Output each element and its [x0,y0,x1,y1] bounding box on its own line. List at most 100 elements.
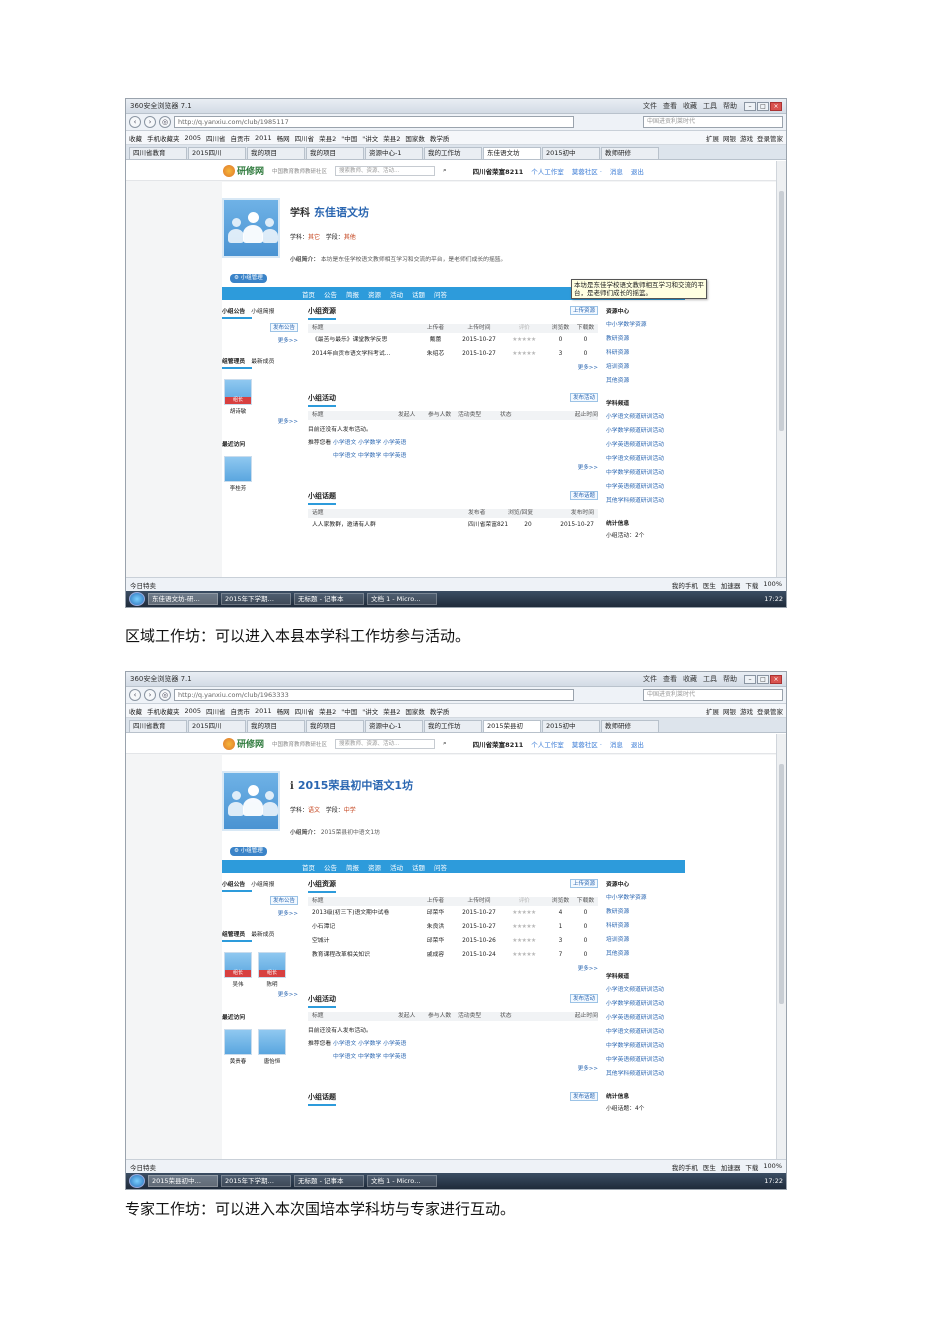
minimize-button[interactable]: – [744,101,756,111]
zoom-level[interactable]: 100% [763,580,782,590]
login-button[interactable]: 登录管家 [757,133,783,143]
fav-item[interactable]: 2011 [255,134,272,142]
close-button[interactable]: × [770,101,782,111]
recommend-link[interactable]: 小学数学 [358,440,381,446]
fav-item[interactable]: "中国 [341,133,357,143]
fav-item[interactable]: 收藏 [129,706,142,716]
nav-home[interactable]: 首页 [302,289,315,299]
browser-tab[interactable]: 四川省教育 [129,720,187,732]
channel-link[interactable]: 小学语文频道研训活动 [606,983,684,997]
site-logo[interactable]: 研修网 [223,164,264,177]
channel-link[interactable]: 中学英语频道研训活动 [606,480,684,494]
post-topic-button[interactable]: 发布话题 [569,1092,598,1101]
channel-link[interactable]: 小学数学频道研训活动 [606,424,684,438]
table-row[interactable]: 2014年自贡市语文学科考试… 朱绍芯 2015-10-27 ★★★★★ 3 0 [308,347,598,361]
channel-link[interactable]: 小学语文频道研训活动 [606,410,684,424]
topic-title[interactable]: 人人家教群，邀请有人群 [308,518,468,532]
my-phone-button[interactable]: 我的手机 [672,1162,698,1172]
fav-item[interactable]: "讲文 [362,133,378,143]
login-button[interactable]: 登录管家 [757,706,783,716]
nav-home[interactable]: 首页 [302,862,315,872]
more-link[interactable]: 更多>> [578,966,598,972]
fav-item[interactable]: 畅网 [277,706,290,716]
taskbar-button[interactable]: 文档 1 - Micro… [367,593,437,605]
logout-link[interactable]: 退出 [631,166,644,176]
zoom-level[interactable]: 100% [763,1162,782,1172]
resource-center-link[interactable]: 中小学数学资源 [606,891,684,905]
fav-item[interactable]: 2011 [255,707,272,715]
member-card[interactable]: 组长 胡诗敏 [222,379,254,415]
maximize-button[interactable]: □ [757,101,769,111]
channel-link[interactable]: 小学英语频道研训活动 [606,438,684,452]
fav-item[interactable]: 荣县2 [319,706,336,716]
nav-topics[interactable]: 话题 [412,289,425,299]
browser-tab[interactable]: 教师研修 [601,147,659,159]
browser-tab[interactable]: 我的项目 [247,147,305,159]
upload-resource-button[interactable]: 上传资源 [569,879,598,888]
resource-title[interactable]: 教育课程改革相关知识 [308,948,413,962]
menu-favorites[interactable]: 收藏 [683,101,697,111]
community-link[interactable]: 莫蓉社区 · [572,739,602,749]
nav-resources[interactable]: 资源 [368,862,381,872]
browser-search-input[interactable]: 中国进贡利莱时代 [643,689,783,701]
recommend-link[interactable]: 中学数学 [358,1054,381,1060]
fav-item[interactable]: 四川省 [206,706,226,716]
channel-link[interactable]: 其他学科频道研训活动 [606,1067,684,1081]
brief-tab[interactable]: 小组简报 [251,306,274,315]
fav-item[interactable]: "中国 [341,706,357,716]
post-notice-button[interactable]: 发布公告 [269,896,298,905]
recommend-link[interactable]: 小学语文 [333,1041,356,1047]
table-row[interactable]: 空城计 邱荣华 2015-10-26 ★★★★★ 3 0 [308,934,598,948]
taskbar-button[interactable]: 文档 1 - Micro… [367,1175,437,1187]
resource-title[interactable]: 小石潭记 [308,920,413,934]
new-members-tab[interactable]: 最新成员 [251,356,274,365]
nav-notice[interactable]: 公告 [324,289,337,299]
taskbar-button[interactable]: 2015年下学期… [221,593,291,605]
channel-link[interactable]: 中学数学频道研训活动 [606,466,684,480]
channel-link[interactable]: 其他学科频道研训活动 [606,494,684,508]
recommend-link[interactable]: 小学英语 [383,1041,406,1047]
resource-center-link[interactable]: 中小学数学资源 [606,318,684,332]
back-icon[interactable]: ‹ [129,689,141,701]
download-button[interactable]: 下载 [745,1162,758,1172]
more-link[interactable]: 更多>> [578,365,598,371]
resource-center-link[interactable]: 科研资源 [606,346,684,360]
recommend-link[interactable]: 中学语文 [333,1054,356,1060]
fav-item[interactable]: 荣县2 [383,706,400,716]
nav-resources[interactable]: 资源 [368,289,381,299]
browser-tab[interactable]: 我的项目 [306,147,364,159]
browser-tab[interactable]: 我的工作坊 [424,720,482,732]
fav-item[interactable]: 四川省 [295,133,315,143]
resource-center-link[interactable]: 其他资源 [606,374,684,388]
search-icon[interactable]: ⌕ [443,166,447,175]
resource-title[interactable]: 《最苦与最乐》课堂教学反思 [308,333,413,347]
resource-center-link[interactable]: 科研资源 [606,919,684,933]
fav-item[interactable]: 自贡市 [231,133,251,143]
channel-link[interactable]: 中学数学频道研训活动 [606,1039,684,1053]
resource-center-link[interactable]: 培训资源 [606,933,684,947]
browser-tab[interactable]: 我的工作坊 [424,147,482,159]
messages-link[interactable]: 消息 [610,166,623,176]
bank-button[interactable]: 网银 [723,133,736,143]
upload-resource-button[interactable]: 上传资源 [569,306,598,315]
user-name[interactable]: 四川省荣富8211 [473,739,524,749]
channel-link[interactable]: 小学英语频道研训活动 [606,1011,684,1025]
url-input[interactable]: http://q.yanxiu.com/club/1963333 [174,689,574,701]
personal-studio-link[interactable]: 个人工作室 [531,166,564,176]
user-name[interactable]: 四川省荣富8211 [473,166,524,176]
accelerator-button[interactable]: 加速器 [721,580,741,590]
fav-item[interactable]: 教学质 [430,706,450,716]
search-icon[interactable]: ⌕ [443,739,447,748]
group-manage-button[interactable]: ⚙ 小组管理 [230,847,267,856]
fav-item[interactable]: 2005 [185,134,202,142]
fav-item[interactable]: 自贡市 [231,706,251,716]
site-search-input[interactable]: 搜索教师、资源、活动… [335,738,436,749]
menu-help[interactable]: 帮助 [723,674,737,684]
nav-activities[interactable]: 活动 [390,289,403,299]
resource-center-link[interactable]: 教研资源 [606,332,684,346]
extensions-button[interactable]: 扩展 [706,133,719,143]
browser-tab[interactable]: 教师研修 [601,720,659,732]
accelerator-button[interactable]: 加速器 [721,1162,741,1172]
minimize-button[interactable]: – [744,674,756,684]
resource-title[interactable]: 2013级(初三下)语文期中试卷 [308,906,413,920]
